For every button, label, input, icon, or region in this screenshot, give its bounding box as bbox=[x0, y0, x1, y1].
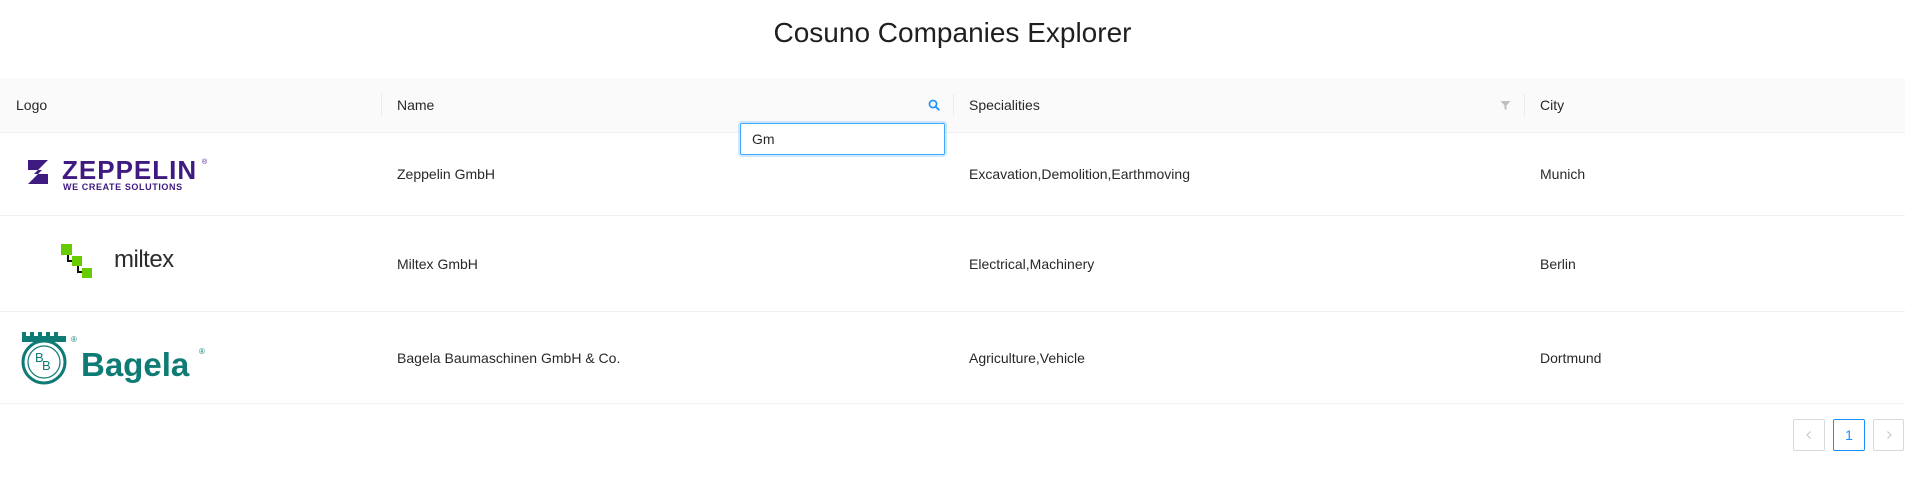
table-row: ZEPPELIN ® WE CREATE SOLUTIONS Zeppelin … bbox=[0, 133, 1905, 216]
bagela-logo: B B ® Bagela ® bbox=[21, 331, 205, 384]
svg-text:®: ® bbox=[202, 158, 208, 166]
miltex-logo: miltex bbox=[61, 243, 175, 278]
table-header: Logo Name Specialities City bbox=[0, 78, 1905, 133]
page-title: Cosuno Companies Explorer bbox=[773, 17, 1132, 48]
table-cell-logo: miltex bbox=[0, 216, 381, 311]
svg-text:Bagela: Bagela bbox=[81, 346, 190, 383]
table-cell-specialities: Excavation,Demolition,Earthmoving bbox=[969, 166, 1190, 182]
pagination-prev-button[interactable] bbox=[1793, 419, 1825, 451]
table-cell-logo: ZEPPELIN ® WE CREATE SOLUTIONS bbox=[0, 133, 381, 215]
svg-text:ZEPPELIN: ZEPPELIN bbox=[62, 155, 197, 185]
table-cell-city: Munich bbox=[1540, 166, 1586, 182]
chevron-left-icon bbox=[1806, 431, 1811, 439]
column-header-specialities: Specialities bbox=[953, 78, 1524, 132]
chevron-right-icon bbox=[1886, 431, 1892, 439]
svg-text:miltex: miltex bbox=[114, 246, 174, 273]
page: Cosuno Companies Explorer Logo Name Spec… bbox=[0, 0, 1905, 489]
column-header-label: Specialities bbox=[969, 97, 1040, 113]
column-header-city: City bbox=[1524, 78, 1905, 132]
svg-text:®: ® bbox=[71, 335, 77, 344]
column-header-label: Name bbox=[397, 97, 435, 113]
table-cell-name: Miltex GmbH bbox=[397, 255, 478, 272]
column-header-logo: Logo bbox=[0, 78, 381, 132]
companies-table: Logo Name Specialities City ZEPPELIN ® W… bbox=[0, 78, 1905, 404]
name-filter-input[interactable] bbox=[740, 123, 945, 155]
svg-text:®: ® bbox=[199, 347, 205, 356]
table-cell-logo: B B ® Bagela ® bbox=[0, 312, 381, 403]
filter-icon[interactable] bbox=[1496, 96, 1514, 114]
table-row: miltex Miltex GmbH Electrical,Machinery … bbox=[0, 216, 1905, 312]
table-row: B B ® Bagela ® Bagela Baumaschinen GmbH … bbox=[0, 312, 1905, 404]
table-cell-name: Bagela Baumaschinen GmbH & Co. bbox=[397, 349, 621, 366]
column-header-label: City bbox=[1540, 97, 1565, 113]
search-icon[interactable] bbox=[925, 96, 943, 114]
pagination-next-button[interactable] bbox=[1873, 419, 1904, 451]
table-cell-specialities: Electrical,Machinery bbox=[969, 255, 1095, 272]
table-cell-city: Berlin bbox=[1540, 255, 1576, 272]
column-header-label: Logo bbox=[16, 97, 48, 113]
table-cell-specialities: Agriculture,Vehicle bbox=[969, 349, 1085, 366]
pagination-page-1[interactable]: 1 bbox=[1833, 419, 1865, 451]
svg-text:WE CREATE SOLUTIONS: WE CREATE SOLUTIONS bbox=[63, 182, 183, 192]
zeppelin-logo: ZEPPELIN ® WE CREATE SOLUTIONS bbox=[28, 155, 208, 192]
svg-text:B: B bbox=[42, 358, 51, 373]
table-cell-city: Dortmund bbox=[1540, 349, 1602, 366]
